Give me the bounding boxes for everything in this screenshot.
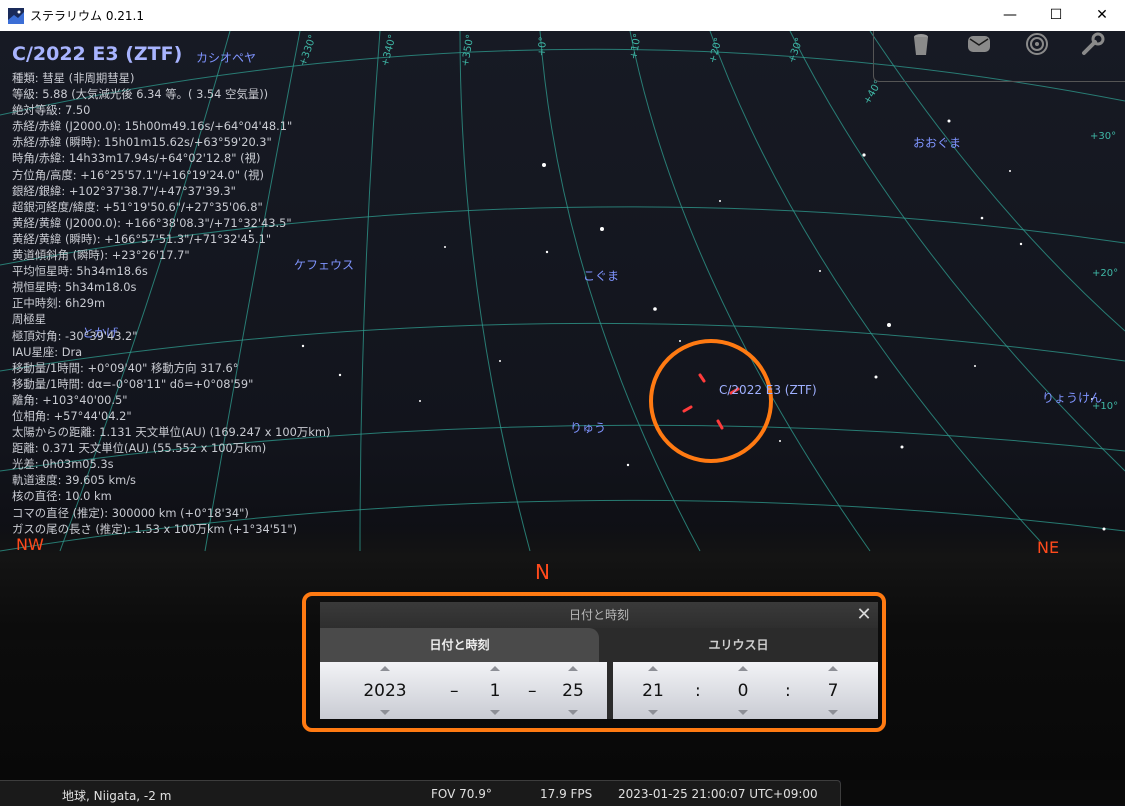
info-line: 距離: 0.371 天文単位(AU) (55.552 x 100万km) bbox=[12, 441, 267, 456]
tab-julian-day[interactable]: ユリウス日 bbox=[599, 628, 878, 662]
compass-n: N bbox=[535, 560, 550, 584]
object-name: C/2022 E3 (ZTF) bbox=[12, 43, 183, 65]
minute-down-arrow[interactable] bbox=[738, 710, 748, 715]
info-line: 平均恒星時: 5h34m18.6s bbox=[12, 264, 148, 279]
trash-icon[interactable] bbox=[908, 31, 934, 57]
info-line: 移動量/1時間: dα=-0°08'11" dδ=+0°08'59" bbox=[12, 376, 254, 391]
object-info-lines: 種類: 彗星 (非周期彗星) 等級: 5.88 (大気減光後 6.34 等。( 3… bbox=[12, 70, 330, 537]
info-line: 赤経/赤緯 (J2000.0): 15h00m49.16s/+64°04'48.… bbox=[12, 119, 293, 134]
info-line: 正中時刻: 6h29m bbox=[12, 296, 106, 311]
hour-up-arrow[interactable] bbox=[648, 666, 658, 671]
top-right-toolbar bbox=[873, 31, 1125, 82]
time-panel: 21 : 0 : 7 bbox=[613, 662, 878, 719]
info-line: 種類: 彗星 (非周期彗星) bbox=[12, 71, 135, 85]
info-line: 黄経/黄緯 (瞬時): +166°57'51.3"/+71°32'45.1" bbox=[12, 231, 272, 246]
year-spinbox[interactable]: 2023 bbox=[350, 662, 420, 719]
hour-down-arrow[interactable] bbox=[648, 710, 658, 715]
close-window-button[interactable]: ✕ bbox=[1079, 0, 1125, 31]
second-down-arrow[interactable] bbox=[828, 710, 838, 715]
month-value[interactable]: 1 bbox=[480, 680, 510, 702]
constellation-label[interactable]: りょうけん bbox=[1042, 389, 1102, 406]
time-separator: : bbox=[785, 681, 791, 701]
second-spinbox[interactable]: 7 bbox=[818, 662, 848, 719]
info-line: 黄経/黄緯 (J2000.0): +166°38'08.3"/+71°32'43… bbox=[12, 215, 292, 230]
constellation-label[interactable]: おおぐま bbox=[913, 134, 961, 151]
info-line: 太陽からの距離: 1.131 天文単位(AU) (169.247 x 100万k… bbox=[12, 425, 331, 440]
second-up-arrow[interactable] bbox=[828, 666, 838, 671]
minute-value[interactable]: 0 bbox=[728, 680, 758, 702]
location-display[interactable]: 地球, Niigata, -2 m bbox=[62, 787, 171, 804]
info-line: 極頂対角: -30°39'43.2" bbox=[12, 328, 138, 343]
info-line: 時角/赤緯: 14h33m17.94s/+64°02'12.8" (視) bbox=[12, 151, 261, 166]
info-line: 方位角/高度: +16°25'57.1"/+16°19'24.0" (視) bbox=[12, 167, 264, 182]
minute-up-arrow[interactable] bbox=[738, 666, 748, 671]
year-value[interactable]: 2023 bbox=[350, 680, 420, 702]
date-separator: – bbox=[450, 681, 459, 701]
constellation-label[interactable]: りゅう bbox=[570, 419, 606, 436]
info-line: 視恒星時: 5h34m18.0s bbox=[12, 280, 137, 295]
datetime-dialog: 日付と時刻 ✕ 日付と時刻 ユリウス日 2023 – 1 – 25 21 : 0… bbox=[320, 602, 878, 719]
window-title: ステラリウム 0.21.1 bbox=[30, 9, 144, 23]
day-value[interactable]: 25 bbox=[558, 680, 588, 702]
tab-datetime[interactable]: 日付と時刻 bbox=[320, 628, 599, 662]
info-line: コマの直径 (推定): 300000 km (+0°18'34") bbox=[12, 505, 249, 520]
datetime-display[interactable]: 2023-01-25 21:00:07 UTC+09:00 bbox=[618, 787, 818, 801]
title-bar: ステラリウム 0.21.1 — ☐ ✕ bbox=[0, 0, 1125, 32]
grid-label: +30° bbox=[1090, 131, 1117, 142]
maximize-button[interactable]: ☐ bbox=[1033, 0, 1079, 31]
month-spinbox[interactable]: 1 bbox=[480, 662, 510, 719]
comet-label[interactable]: C/2022 E3 (ZTF) bbox=[719, 383, 817, 397]
info-line: 光差: 0h03m05.3s bbox=[12, 457, 114, 472]
month-down-arrow[interactable] bbox=[490, 710, 500, 715]
dialog-close-button[interactable]: ✕ bbox=[854, 605, 874, 625]
grid-label: +0° bbox=[536, 36, 550, 57]
compass-ne: NE bbox=[1037, 538, 1060, 557]
day-up-arrow[interactable] bbox=[568, 666, 578, 671]
object-info-panel: C/2022 E3 (ZTF) 種類: 彗星 (非周期彗星) 等級: 5.88 (… bbox=[12, 41, 330, 537]
hour-value[interactable]: 21 bbox=[638, 680, 668, 702]
minute-spinbox[interactable]: 0 bbox=[728, 662, 758, 719]
year-up-arrow[interactable] bbox=[380, 666, 390, 671]
minimize-button[interactable]: — bbox=[987, 0, 1033, 31]
dialog-title: 日付と時刻 bbox=[320, 602, 878, 628]
hour-spinbox[interactable]: 21 bbox=[638, 662, 668, 719]
constellation-label[interactable]: こぐま bbox=[583, 267, 619, 284]
info-line: 銀経/銀緯: +102°37'38.7"/+47°37'39.3" bbox=[12, 183, 236, 198]
info-line: 周極星 bbox=[12, 312, 47, 327]
info-line: 離角: +103°40'00.5" bbox=[12, 392, 128, 407]
info-line: ガスの尾の長さ (推定): 1.53 x 100万km (+1°34'51") bbox=[12, 521, 298, 536]
info-line: 移動量/1時間: +0°09'40" 移動方向 317.6° bbox=[12, 360, 239, 375]
comet-highlight-circle bbox=[649, 339, 773, 463]
second-value[interactable]: 7 bbox=[818, 680, 848, 702]
info-line: 超銀河経度/緯度: +51°19'50.6"/+27°35'06.8" bbox=[12, 199, 263, 214]
info-line: 黄道傾斜角 (瞬時): +23°26'17.7" bbox=[12, 248, 190, 263]
chat-icon[interactable] bbox=[966, 31, 992, 57]
year-down-arrow[interactable] bbox=[380, 710, 390, 715]
date-separator: – bbox=[528, 681, 537, 701]
fov-display: FOV 70.9° bbox=[431, 787, 492, 801]
info-line: 等級: 5.88 (大気減光後 6.34 等。( 3.54 空気量)) bbox=[12, 87, 269, 102]
info-line: 位相角: +57°44'04.2" bbox=[12, 408, 132, 423]
fps-display: 17.9 FPS bbox=[540, 787, 593, 801]
compass-nw: NW bbox=[16, 535, 44, 554]
wrench-icon[interactable] bbox=[1080, 31, 1106, 57]
bottom-edge bbox=[841, 780, 1125, 805]
status-bar[interactable]: 地球, Niigata, -2 m FOV 70.9° 17.9 FPS 202… bbox=[0, 780, 841, 806]
date-panel: 2023 – 1 – 25 bbox=[320, 662, 607, 719]
stellarium-app-icon bbox=[8, 8, 24, 24]
time-separator: : bbox=[695, 681, 701, 701]
grid-label: +20° bbox=[1092, 268, 1119, 279]
target-icon[interactable] bbox=[1024, 31, 1050, 57]
info-line: 赤経/赤緯 (瞬時): 15h01m15.62s/+63°59'20.3" bbox=[12, 135, 272, 150]
info-line: 核の直径: 10.0 km bbox=[12, 489, 112, 504]
day-down-arrow[interactable] bbox=[568, 710, 578, 715]
day-spinbox[interactable]: 25 bbox=[558, 662, 588, 719]
info-line: 軌道速度: 39.605 km/s bbox=[12, 473, 136, 488]
info-line: IAU星座: Dra bbox=[12, 344, 83, 359]
month-up-arrow[interactable] bbox=[490, 666, 500, 671]
info-line: 絶対等級: 7.50 bbox=[12, 103, 91, 118]
